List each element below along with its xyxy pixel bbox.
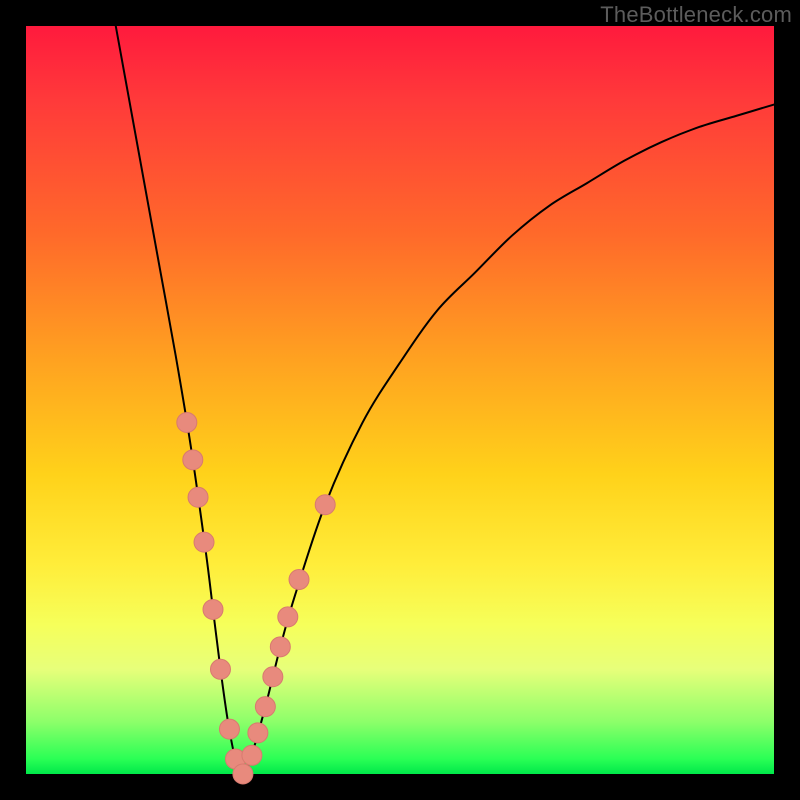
curve-marker <box>263 667 283 687</box>
curve-markers <box>177 412 335 784</box>
chart-frame: TheBottleneck.com <box>0 0 800 800</box>
curve-marker <box>183 450 203 470</box>
curve-marker <box>248 723 268 743</box>
curve-marker <box>177 412 197 432</box>
curve-marker <box>289 570 309 590</box>
curve-marker <box>210 659 230 679</box>
curve-marker <box>255 697 275 717</box>
chart-svg <box>26 26 774 774</box>
curve-marker <box>188 487 208 507</box>
plot-area <box>26 26 774 774</box>
curve-marker <box>270 637 290 657</box>
curve-marker <box>315 495 335 515</box>
curve-marker <box>219 719 239 739</box>
curve-marker <box>278 607 298 627</box>
curve-marker <box>203 599 223 619</box>
curve-marker <box>194 532 214 552</box>
curve-marker <box>233 764 253 784</box>
watermark-text: TheBottleneck.com <box>600 2 792 28</box>
curve-marker <box>242 745 262 765</box>
